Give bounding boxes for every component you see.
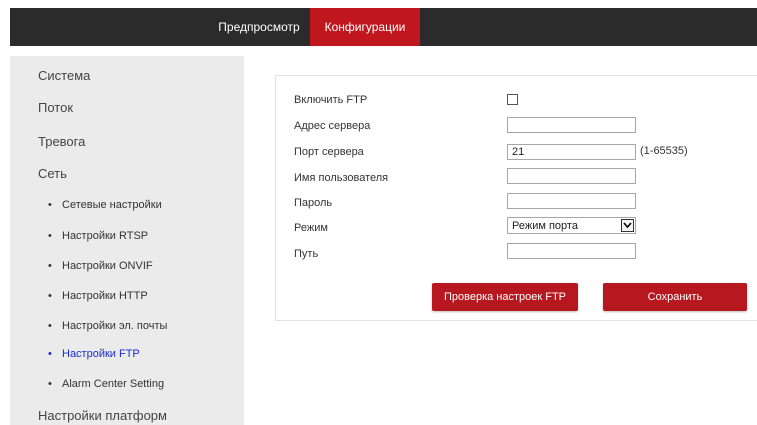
bullet-icon: • — [48, 320, 52, 332]
sidebar-subitem-email[interactable]: • Настройки эл. почты — [48, 320, 167, 332]
sidebar-item-alarm[interactable]: Тревога — [38, 134, 85, 149]
sidebar-subitem-rtsp[interactable]: • Настройки RTSP — [48, 230, 148, 242]
sidebar-subitem-label: Настройки эл. почты — [62, 320, 168, 332]
mode-label: Режим — [294, 222, 328, 234]
bullet-icon: • — [48, 260, 52, 272]
sidebar-subitem-label: Настройки ONVIF — [62, 260, 153, 272]
sidebar: Система Поток Тревога Сеть • Сетевые наст… — [10, 56, 244, 425]
path-label: Путь — [294, 248, 319, 260]
port-range-hint: (1-65535) — [640, 145, 688, 157]
sidebar-subitem-label: Alarm Center Setting — [62, 378, 165, 390]
server-address-input[interactable] — [507, 117, 636, 133]
bullet-icon: • — [48, 378, 52, 390]
sidebar-subitem-network-settings[interactable]: • Сетевые настройки — [48, 199, 162, 211]
bullet-icon: • — [48, 348, 52, 360]
tab-config[interactable]: Конфигурации — [310, 8, 420, 46]
username-label: Имя пользователя — [294, 172, 389, 184]
sidebar-item-system[interactable]: Система — [38, 68, 90, 83]
server-port-input[interactable] — [507, 144, 636, 160]
sidebar-subitem-label: Сетевые настройки — [62, 199, 162, 211]
server-port-label: Порт сервера — [294, 146, 364, 158]
test-ftp-button[interactable]: Проверка настроек FTP — [432, 283, 578, 311]
server-address-label: Адрес сервера — [294, 120, 371, 132]
sidebar-subitem-http[interactable]: • Настройки HTTP — [48, 290, 148, 302]
password-input[interactable] — [507, 193, 636, 209]
sidebar-subitem-alarm-center[interactable]: • Alarm Center Setting — [48, 378, 164, 390]
username-input[interactable] — [507, 168, 636, 184]
bullet-icon: • — [48, 199, 52, 211]
sidebar-item-stream[interactable]: Поток — [38, 100, 73, 115]
sidebar-subitem-label: Настройки RTSP — [62, 230, 149, 242]
sidebar-item-network[interactable]: Сеть — [38, 166, 67, 181]
tab-preview[interactable]: Предпросмотр — [208, 8, 310, 46]
bullet-icon: • — [48, 230, 52, 242]
mode-select-value: Режим порта — [512, 220, 578, 232]
sidebar-subitem-label: Настройки HTTP — [62, 290, 148, 302]
sidebar-item-platform[interactable]: Настройки платформ — [38, 408, 167, 423]
bullet-icon: • — [48, 290, 52, 302]
sidebar-subitem-label: Настройки FTP — [62, 348, 140, 360]
enable-ftp-checkbox[interactable] — [507, 94, 518, 105]
top-nav-bar: Предпросмотр Конфигурации — [10, 8, 757, 46]
mode-select[interactable]: Режим порта — [507, 217, 636, 234]
sidebar-subitem-ftp[interactable]: • Настройки FTP — [48, 348, 140, 360]
chevron-down-icon[interactable] — [621, 219, 634, 232]
sidebar-subitem-onvif[interactable]: • Настройки ONVIF — [48, 260, 153, 272]
path-input[interactable] — [507, 243, 636, 259]
password-label: Пароль — [294, 197, 333, 209]
enable-ftp-label: Включить FTP — [294, 94, 368, 106]
save-button[interactable]: Сохранить — [603, 283, 747, 311]
